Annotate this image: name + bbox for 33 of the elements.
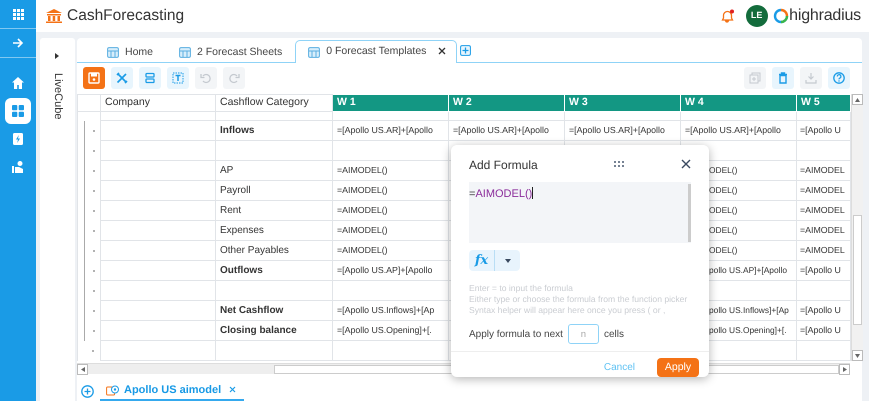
table-cell: =AIMODEL() [332,160,448,180]
table-cell: =[Apollo US.AR]+[Apollo [448,120,564,140]
field-label: Apply formula to next [469,328,563,342]
table-cell: =[Apollo US.AR]+[Apollo [332,120,448,140]
column-header: Company [100,94,216,112]
column-header: W 2 [448,94,564,112]
column-header: W 3 [564,94,680,112]
table-cell: =[Apollo US.Opening]+[. [332,320,448,340]
brand-name: highradius [789,6,861,26]
table-cell: Other Payables [216,240,332,260]
table-cell: Inflows [216,120,332,140]
column-header: W 4 [680,94,796,112]
table-cell: Closing balance [216,320,332,340]
table-cell: AP [216,160,332,180]
table-cell: Rent [216,200,332,220]
table-cell: =[Apollo US.AR]+[Apollo [680,120,796,140]
table-cell: Outflows [216,260,332,280]
column-header: Cashflow Category [216,94,332,112]
table-cell: Payroll [216,180,332,200]
table-cell: =AIMODEL() [332,220,448,240]
table-cell: Net Cashflow [216,300,332,320]
table-cell: =[Apollo US.AP]+[Apollo [332,260,448,280]
table-cell: =AIMODEL() [332,240,448,260]
table-cell: =[Apollo US.Inflows]+[Ap [332,300,448,320]
column-header: W 1 [332,94,448,112]
table-cell: =[Apollo US.AR]+[Apollo [564,120,680,140]
column-header: W 5 [796,94,850,112]
field-label: cells [604,328,624,342]
app-title: CashForecasting [67,6,184,26]
table-cell: =AIMODEL() [332,180,448,200]
table-cell: Expenses [216,220,332,240]
dialog-title: Add Formula [469,156,538,174]
table-cell: =AIMODEL() [332,200,448,220]
